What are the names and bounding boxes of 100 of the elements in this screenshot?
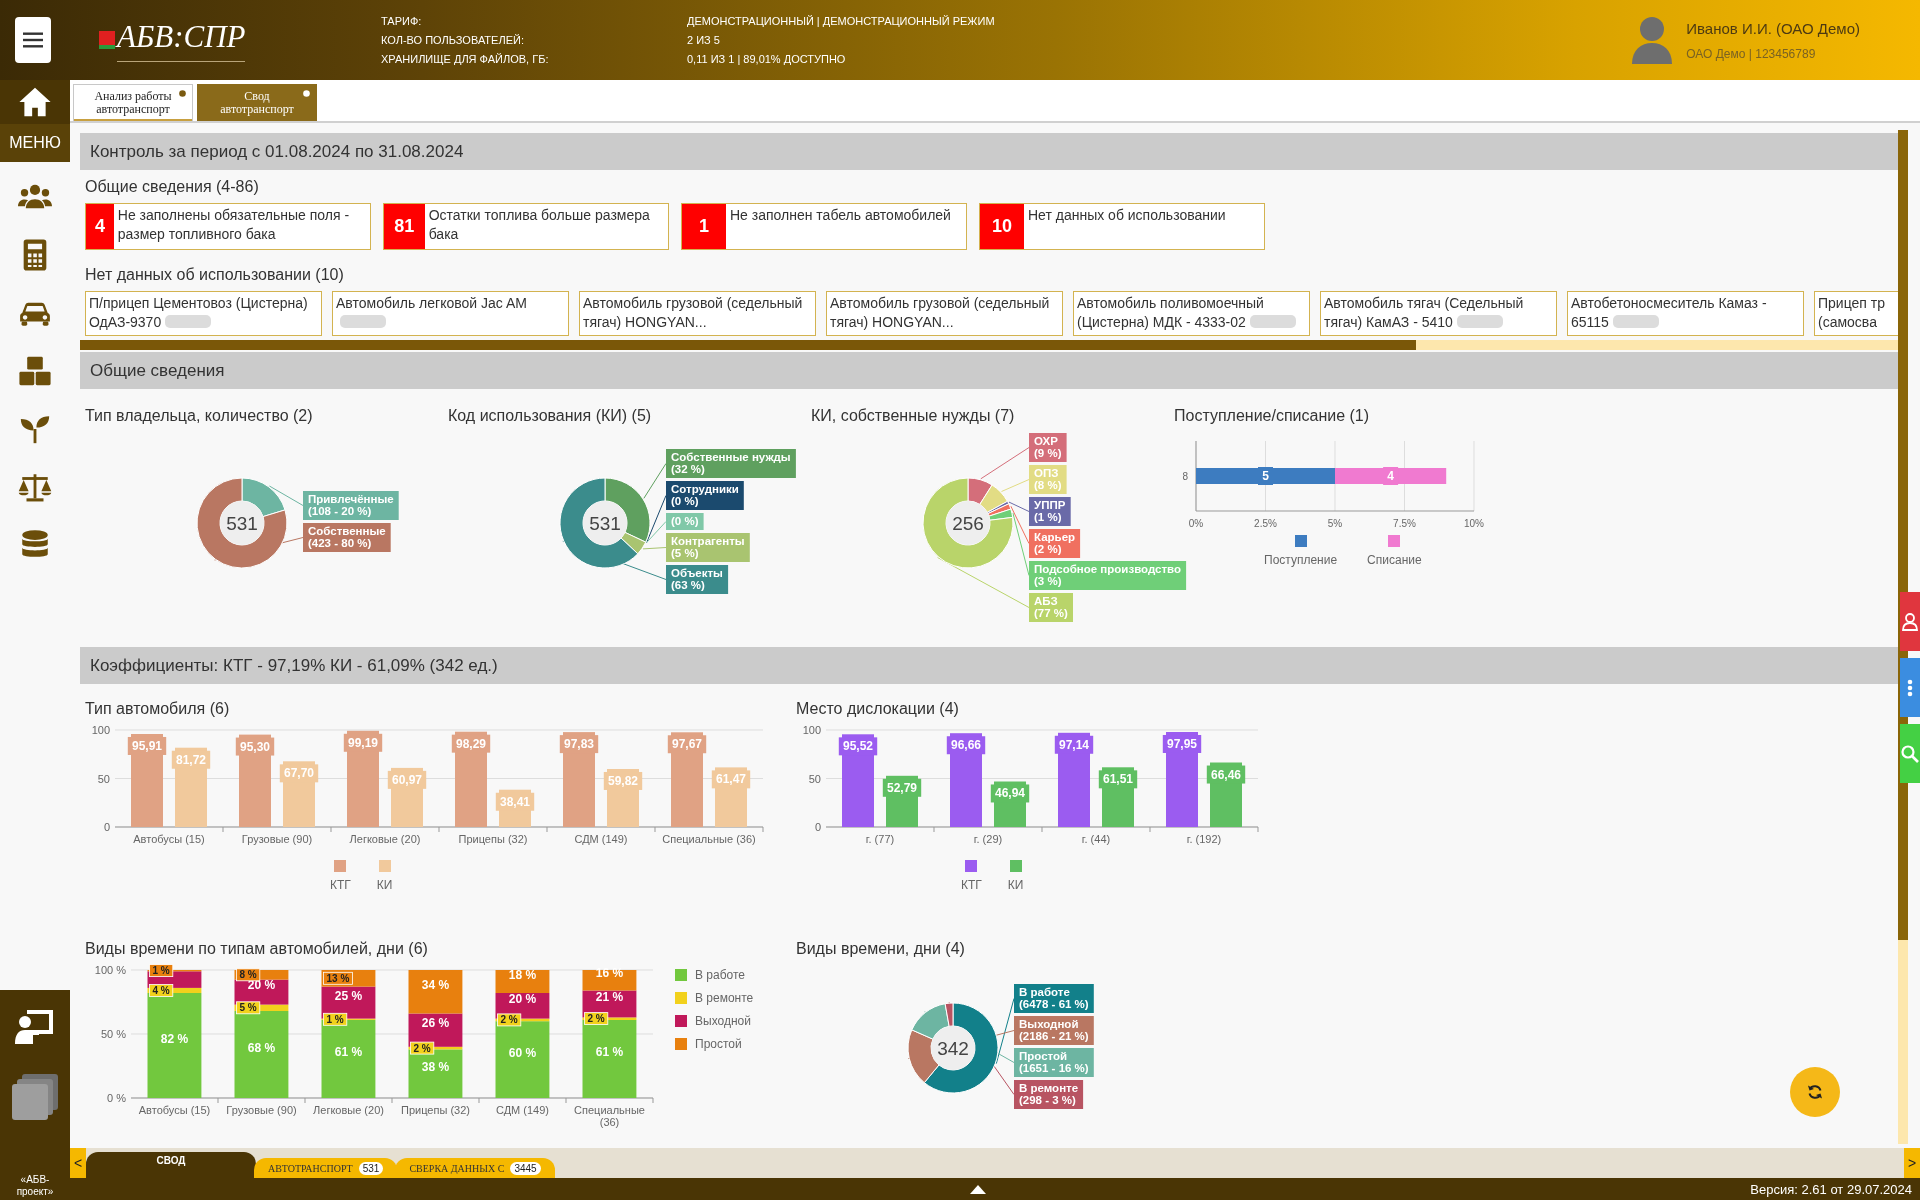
vehicle-card[interactable]: Прицеп тр (самосва xyxy=(1814,291,1898,336)
vehicle-card[interactable]: Автобетоносмеситель Камаз - 65115 xyxy=(1567,291,1804,336)
slice-label: ОХР (9 %) xyxy=(1029,433,1067,462)
info-value: 2 ИЗ 5 xyxy=(687,34,721,46)
axis-tick-label: 50 xyxy=(97,772,110,785)
version-text: Версия: 2.61 от 29.07.2024 xyxy=(1750,1181,1912,1197)
tab[interactable]: Анализ работы автотранспорт xyxy=(73,84,193,121)
donut-total: 531 xyxy=(589,513,621,534)
value-label: 5 xyxy=(1258,467,1273,485)
slice-label: Контрагенты (5 %) xyxy=(666,533,750,562)
data-label: 98,29 xyxy=(455,736,487,751)
value-label: 96,66 xyxy=(946,736,986,755)
axis-tick-label: 100 xyxy=(802,724,821,736)
caret-up-icon[interactable] xyxy=(970,1185,986,1194)
value-label: 60 % xyxy=(508,1045,537,1060)
value-label: 5 % xyxy=(236,1001,261,1015)
info-value: ДЕМОНСТРАЦИОННЫЙ | ДЕМОНСТРАЦИОННЫЙ РЕЖИМ xyxy=(687,15,995,27)
axis-tick-label: 100 xyxy=(91,724,110,736)
value-label: 61 % xyxy=(334,1045,363,1059)
vehicle-card[interactable]: Автомобиль грузовой (седельный тягач) HONGYAN... xyxy=(826,291,1063,336)
legend-label: Простой xyxy=(695,1037,742,1051)
axis-tick-label: 0 xyxy=(814,821,821,833)
value-label: 61 % xyxy=(595,1045,624,1059)
company-name: «АБВ-проект» xyxy=(15,1174,55,1199)
data-label: 81,72 xyxy=(175,752,207,767)
bottom-tab[interactable]: АВТОТРАНСПОРТ 531 xyxy=(254,1158,398,1178)
axis-tick-label: 50 % xyxy=(100,1028,126,1040)
value-label: 97,67 xyxy=(667,735,707,754)
data-label: 95,52 xyxy=(842,739,874,754)
axis-category-label: г. (192) xyxy=(1186,833,1222,845)
data-label: 2 % xyxy=(500,1014,518,1026)
scrollbar-thumb[interactable] xyxy=(80,340,1416,350)
value-label: 99,19 xyxy=(343,733,383,752)
logo-text: АБВ:СПР xyxy=(117,18,246,62)
value-label: 26 % xyxy=(421,1016,450,1031)
person-icon xyxy=(1902,612,1918,631)
axis-tick-label: 100 % xyxy=(94,964,126,976)
scroll-left-button[interactable]: < xyxy=(70,1148,86,1178)
presenter-icon[interactable] xyxy=(15,1008,55,1044)
slice-label: Простой (1651 - 16 %) xyxy=(1014,1048,1094,1077)
chart-title: Поступление/списание (1) xyxy=(1174,407,1371,426)
data-label: 8 % xyxy=(239,969,257,981)
vehicle-card[interactable]: Автомобиль легковой Jac AM xyxy=(332,291,569,336)
refresh-button[interactable] xyxy=(1790,1067,1840,1117)
data-label: 4 xyxy=(1387,469,1395,483)
axis-category-label: 8 xyxy=(1182,471,1188,482)
axis-category-label: Легковые (20) xyxy=(313,1104,384,1116)
axis-category-label: Грузовые (90) xyxy=(226,1104,297,1116)
alert-card[interactable]: 10 Нет данных об использовании xyxy=(979,203,1265,250)
home-button[interactable] xyxy=(0,80,70,124)
slice-label: В работе (6478 - 61 %) xyxy=(1014,984,1094,1013)
menu-button[interactable] xyxy=(15,17,51,63)
vehicle-card[interactable]: Автомобиль тягач (Седельный тягач) КамАЗ - 5410 xyxy=(1320,291,1557,336)
tab[interactable]: Свод автотранспорт xyxy=(197,84,317,121)
legend-swatch xyxy=(1009,860,1022,872)
vehicle-card[interactable]: Автомобиль грузовой (седельный тягач) HONGYAN... xyxy=(579,291,816,336)
scroll-right-button[interactable]: > xyxy=(1904,1148,1920,1178)
slice-label: ОПЗ (8 %) xyxy=(1029,465,1067,494)
menu-label[interactable]: МЕНЮ xyxy=(0,124,70,162)
chart-title: Тип автомобиля (6) xyxy=(85,700,231,719)
bar-segment xyxy=(582,970,637,991)
bar-segment xyxy=(408,970,463,1014)
slice-label: УППР (1 %) xyxy=(1029,497,1071,526)
chart-title: Код использования (КИ) (5) xyxy=(448,407,653,426)
pages-icon[interactable] xyxy=(12,1074,58,1120)
alert-card[interactable]: 4 Не заполнены обязательные поля - размер топливного бака xyxy=(85,203,371,250)
value-label: 34 % xyxy=(421,977,450,992)
bottom-tab[interactable]: СВОД xyxy=(86,1152,256,1178)
vehicle-card[interactable]: Автомобиль поливомоечный (Цистерна) МДК - 4333-02 xyxy=(1073,291,1310,336)
slice-label: Подсобное производство (3 %) xyxy=(1029,561,1187,590)
slice-label: В ремонте (298 - 3 %) xyxy=(1014,1080,1084,1109)
donut-total: 342 xyxy=(937,1038,969,1059)
vehicle-card[interactable]: П/прицеп Цементовоз (Цистерна) ОдАЗ-9370 xyxy=(85,291,322,336)
more-tab[interactable] xyxy=(1900,658,1920,717)
data-label: 95,91 xyxy=(131,738,163,753)
vehicle-name: П/прицеп Цементовоз (Цистерна) ОдАЗ-9370 xyxy=(89,295,308,330)
slice-label: Сотрудники (0 %) xyxy=(666,481,744,510)
axis-category-label: Легковые (20) xyxy=(349,833,421,845)
value-label: 20 % xyxy=(508,991,537,1006)
data-label: 2 % xyxy=(587,1013,605,1025)
alert-card[interactable]: 81 Остатки топлива больше размера бака xyxy=(383,203,669,250)
refresh-icon xyxy=(1807,1084,1823,1100)
legend-label: Списание xyxy=(1367,553,1422,567)
boxes-icon[interactable] xyxy=(18,354,52,388)
user-tab[interactable] xyxy=(1900,592,1920,651)
legend-label: Выходной xyxy=(695,1014,751,1028)
data-label: 60,97 xyxy=(391,772,423,787)
axis-category-label: Специальные (36) xyxy=(574,1104,645,1128)
alert-card[interactable]: 1 Не заполнен табель автомобилей xyxy=(681,203,967,250)
value-label: 98,29 xyxy=(451,734,491,753)
bottom-tab[interactable]: СВЕРКА ДАННЫХ С 3445 xyxy=(395,1158,555,1178)
axis-tick-label: 0% xyxy=(1188,518,1204,529)
axis-category-label: Прицепы (32) xyxy=(401,1104,470,1116)
value-label: 16 % xyxy=(595,966,624,981)
vehicle-name: Автомобиль грузовой (седельный тягач) HONGYAN... xyxy=(830,295,1050,330)
legend-label: Поступление xyxy=(1264,553,1338,567)
user-name[interactable]: Иванов И.И. (ОАО Демо) xyxy=(1686,19,1860,37)
value-label: 82 % xyxy=(160,1031,189,1046)
axis-category-label: г. (29) xyxy=(973,833,1003,845)
value-label: 97,83 xyxy=(559,735,599,754)
